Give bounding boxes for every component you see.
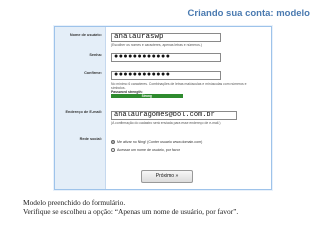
form-screenshot: Nome de usuário: analauraswp (Escolher o…: [54, 26, 272, 190]
network-option-ning-text: Me ativar no Ning! (Conter usuario www.d…: [117, 140, 203, 144]
email-hint: (A confirmação do cadastro será enviada …: [111, 121, 221, 125]
next-button[interactable]: Próximo »: [141, 170, 193, 183]
username-hint: (Escolher os nomes e caracteres, apenas …: [111, 43, 202, 47]
password-label: Senha:: [89, 53, 102, 57]
username-field[interactable]: analauraswp: [111, 33, 221, 42]
password-field[interactable]: ●●●●●●●●●●●●: [111, 53, 221, 62]
radio-selected-icon[interactable]: [111, 140, 115, 145]
email-label: Endereço de E-mail:: [65, 110, 102, 114]
username-label: Nome de usuário:: [69, 33, 102, 37]
network-label: Rede social:: [79, 137, 102, 141]
slide-caption: Modelo preenchido do formulário. Verifiq…: [23, 198, 313, 216]
caption-line-1: Modelo preenchido do formulário.: [23, 198, 126, 207]
password-strength-meter: Strong: [111, 94, 183, 98]
network-option-username-only-text: Acessar um nome de usuário, por favor: [117, 148, 180, 152]
network-option-ning[interactable]: Me ativar no Ning! (Conter usuario www.d…: [111, 140, 203, 145]
radio-unselected-icon[interactable]: [111, 148, 115, 153]
caption-line-2: Verifique se escolheu a opção: “Apenas u…: [23, 207, 239, 216]
password-rules-hint: No mínimo 6 caracteres. Combinações de l…: [111, 82, 247, 90]
confirm-label: Confirme:: [84, 71, 102, 75]
confirm-password-field[interactable]: ●●●●●●●●●●●●: [111, 71, 221, 80]
email-field[interactable]: analauragomes@bol.com.br: [111, 111, 237, 120]
network-option-username-only[interactable]: Acessar um nome de usuário, por favor: [111, 148, 180, 153]
label-column: [55, 27, 106, 189]
slide-title: Criando sua conta: modelo: [187, 8, 310, 19]
